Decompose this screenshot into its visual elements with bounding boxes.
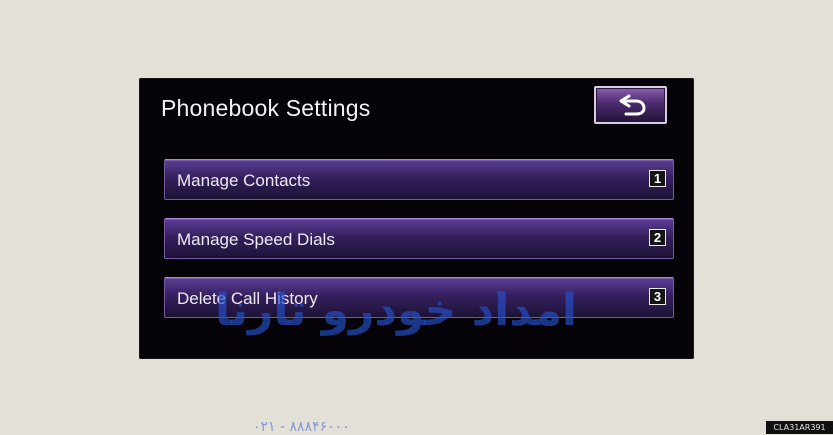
watermark-text: امداد خودرو تارنا [215,285,578,336]
menu-item-number: 2 [649,229,666,246]
return-arrow-icon [619,94,646,116]
image-code-label: CLA31AR391 [766,421,833,434]
watermark-phone: ۰۲۱ - ۸۸۸۴۶۰۰۰ [253,419,350,435]
menu-item-number: 1 [649,170,666,187]
page-title: Phonebook Settings [161,95,371,121]
menu-item-number: 3 [649,288,666,305]
manage-speed-dials-button[interactable]: Manage Speed Dials 2 [164,218,674,259]
back-button[interactable] [594,86,667,124]
menu-item-label: Manage Contacts [177,171,311,190]
manage-contacts-button[interactable]: Manage Contacts 1 [164,159,674,200]
menu-item-label: Manage Speed Dials [177,230,335,249]
